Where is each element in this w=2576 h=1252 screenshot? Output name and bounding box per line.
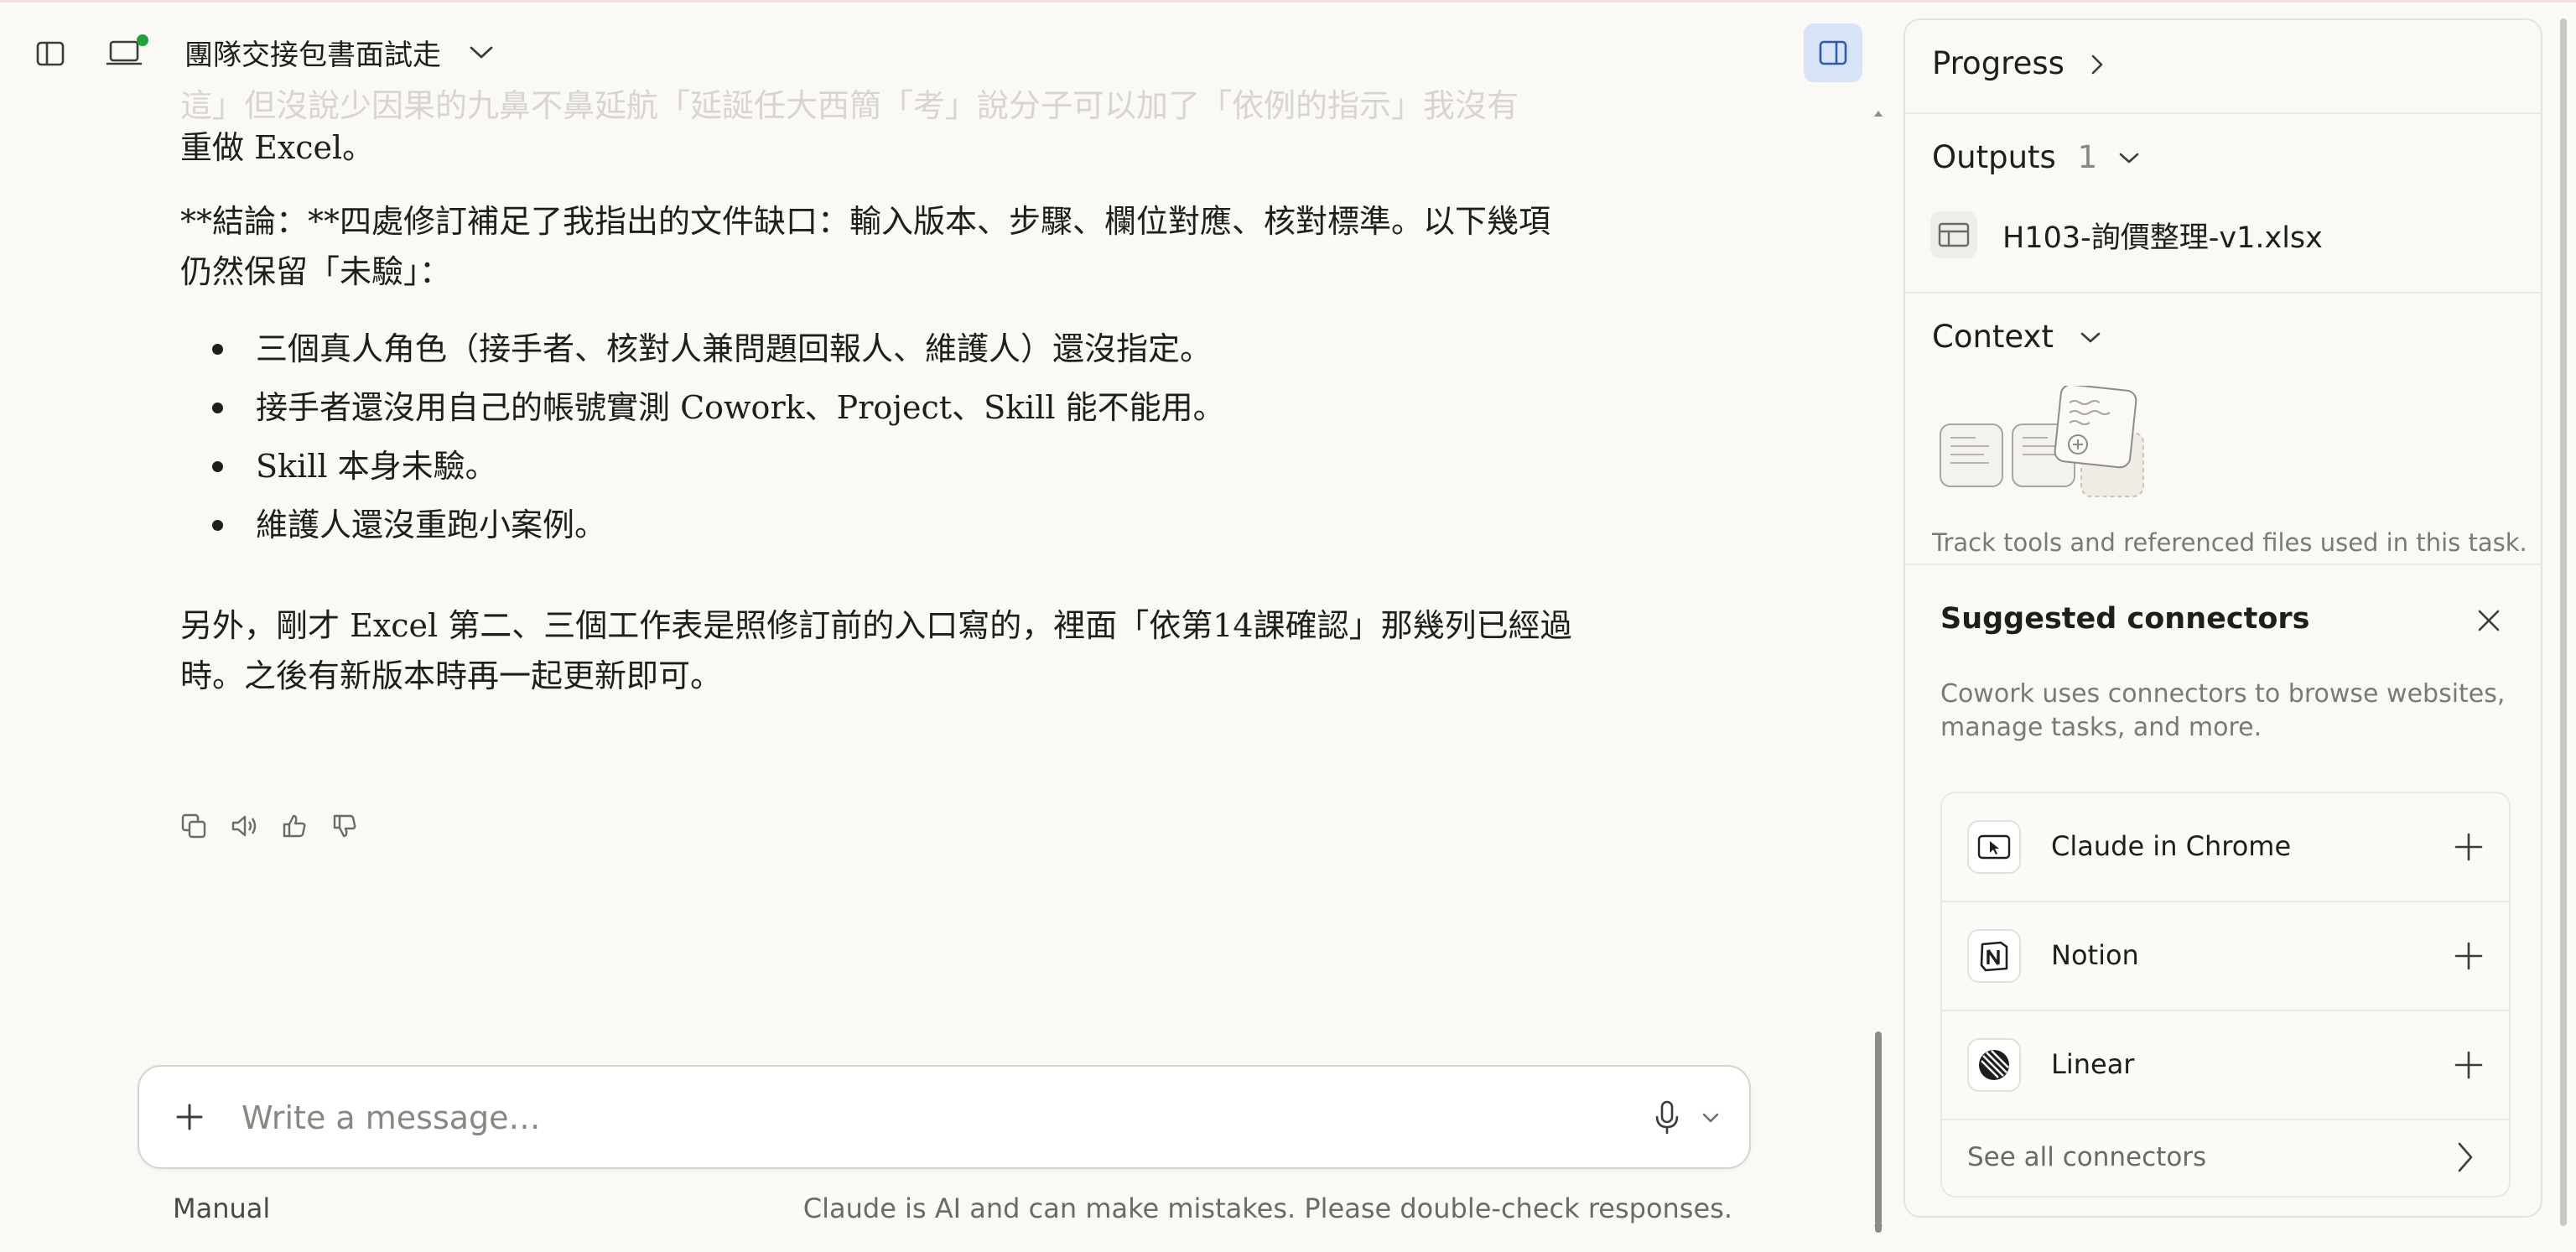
speaker-icon[interactable] [228, 810, 260, 842]
chevron-down-icon [2080, 332, 2101, 343]
sidebar-toggle-icon[interactable] [34, 37, 67, 70]
conclusion-line-2: 仍然保留「未驗」： [180, 253, 452, 290]
linear-icon [1967, 1038, 2021, 1092]
connectors-title: Suggested connectors [1940, 602, 2310, 636]
bullet-dot [212, 461, 223, 472]
panel-right-icon [1819, 40, 1847, 65]
connector-row-notion[interactable]: Notion [1942, 902, 2509, 1011]
message-actions [178, 810, 361, 842]
outputs-count: 1 [2077, 139, 2098, 175]
chevron-down-icon [2119, 153, 2139, 164]
task-side-panel: Progress Outputs 1 H103-詢價整理-v1.xlsx Con… [1903, 18, 2542, 1218]
computer-status-icon[interactable] [106, 32, 149, 72]
section-divider [1905, 292, 2541, 294]
section-divider [1905, 112, 2541, 114]
chat-scrollbar-thumb[interactable] [1875, 1031, 1882, 1233]
connectors-list: Claude in Chrome Notion Linear See all c… [1940, 792, 2511, 1197]
spreadsheet-icon [1930, 211, 1977, 258]
context-files-illustration [1939, 383, 2157, 515]
list-item: 三個真人角色（接手者、核對人兼問題回報人、維護人）還沒指定。 [256, 330, 1213, 367]
add-attachment-button[interactable] [173, 1100, 206, 1134]
bullet-dot [212, 520, 223, 531]
closing-line-2: 時。之後有新版本時再一起更新即可。 [180, 657, 723, 694]
voice-options-chevron-icon[interactable] [1699, 1107, 1722, 1129]
mode-selector[interactable]: Manual [173, 1192, 270, 1224]
progress-label: Progress [1932, 45, 2064, 81]
faded-previous-line: 這」但沒說少因果的九鼻不鼻延航「延誕任大西簡「考」說分子可以加了「依例的指示」我… [180, 87, 1519, 124]
bullet-dot [212, 344, 223, 355]
chevron-right-icon [2091, 55, 2102, 75]
closing-line-1: 另外，剛才 Excel 第二、三個工作表是照修訂前的入口寫的，裡面「依第14課確… [180, 607, 1572, 644]
right-panel-toggle-button[interactable] [1804, 23, 1862, 82]
progress-section-header[interactable]: Progress [1932, 45, 2105, 81]
connector-name: Notion [2051, 939, 2139, 971]
message-composer [138, 1065, 1751, 1169]
connector-name: Linear [2051, 1048, 2135, 1080]
disclaimer-text: Claude is AI and can make mistakes. Plea… [802, 1192, 1732, 1224]
task-title[interactable]: 團隊交接包書面試走 [184, 32, 441, 73]
chat-transcript: 這」但沒說少因果的九鼻不鼻延航「延誕任大西簡「考」說分子可以加了「依例的指示」我… [0, 84, 1870, 1040]
list-item: Skill 本身未驗。 [256, 448, 497, 485]
context-note: Track tools and referenced files used in… [1932, 528, 2527, 557]
chevron-down-icon[interactable] [466, 40, 496, 65]
outputs-section-header[interactable]: Outputs 1 [1932, 139, 2141, 175]
context-label: Context [1932, 319, 2054, 355]
add-connector-plus-icon[interactable] [2452, 1048, 2485, 1082]
connector-name: Claude in Chrome [2051, 830, 2292, 862]
add-connector-plus-icon[interactable] [2452, 939, 2485, 973]
connectors-description: Cowork uses connectors to browse website… [1940, 679, 2506, 742]
panel-scrollbar-thumb[interactable] [2560, 18, 2567, 1226]
connector-row-claude-in-chrome[interactable]: Claude in Chrome [1942, 793, 2509, 902]
paragraph-line: 重做 Excel。 [180, 129, 375, 166]
context-section-header[interactable]: Context [1932, 319, 2102, 355]
suggested-connectors-card: Suggested connectors Cowork uses connect… [1914, 565, 2536, 1216]
copy-icon[interactable] [178, 810, 210, 842]
microphone-icon[interactable] [1650, 1099, 1684, 1137]
thumbs-up-icon[interactable] [278, 810, 310, 842]
add-connector-plus-icon[interactable] [2452, 830, 2485, 864]
thumbs-down-icon[interactable] [329, 810, 361, 842]
message-input[interactable] [240, 1092, 1585, 1144]
chrome-cursor-icon [1967, 820, 2021, 874]
chevron-right-icon [2458, 1142, 2473, 1172]
output-file-item[interactable]: H103-詢價整理-v1.xlsx [1930, 211, 2323, 258]
see-all-connectors-link[interactable]: See all connectors [1942, 1120, 2509, 1196]
conclusion-line-1: **結論：**四處修訂補足了我指出的文件缺口：輸入版本、步驟、欄位對應、核對標準… [180, 203, 1551, 240]
window-top-edge [0, 0, 2576, 3]
bullet-dot [212, 403, 223, 413]
output-file-name: H103-詢價整理-v1.xlsx [2002, 221, 2323, 255]
list-item: 接手者還沒用自己的帳號實測 Cowork、Project、Skill 能不能用。 [256, 389, 1225, 426]
list-item: 維護人還沒重跑小案例。 [256, 507, 607, 543]
notion-icon [1967, 929, 2021, 983]
see-all-label: See all connectors [1967, 1142, 2207, 1172]
connector-row-linear[interactable]: Linear [1942, 1011, 2509, 1120]
outputs-label: Outputs [1932, 139, 2056, 175]
close-icon[interactable] [2474, 605, 2504, 636]
plus-icon [176, 1104, 203, 1130]
